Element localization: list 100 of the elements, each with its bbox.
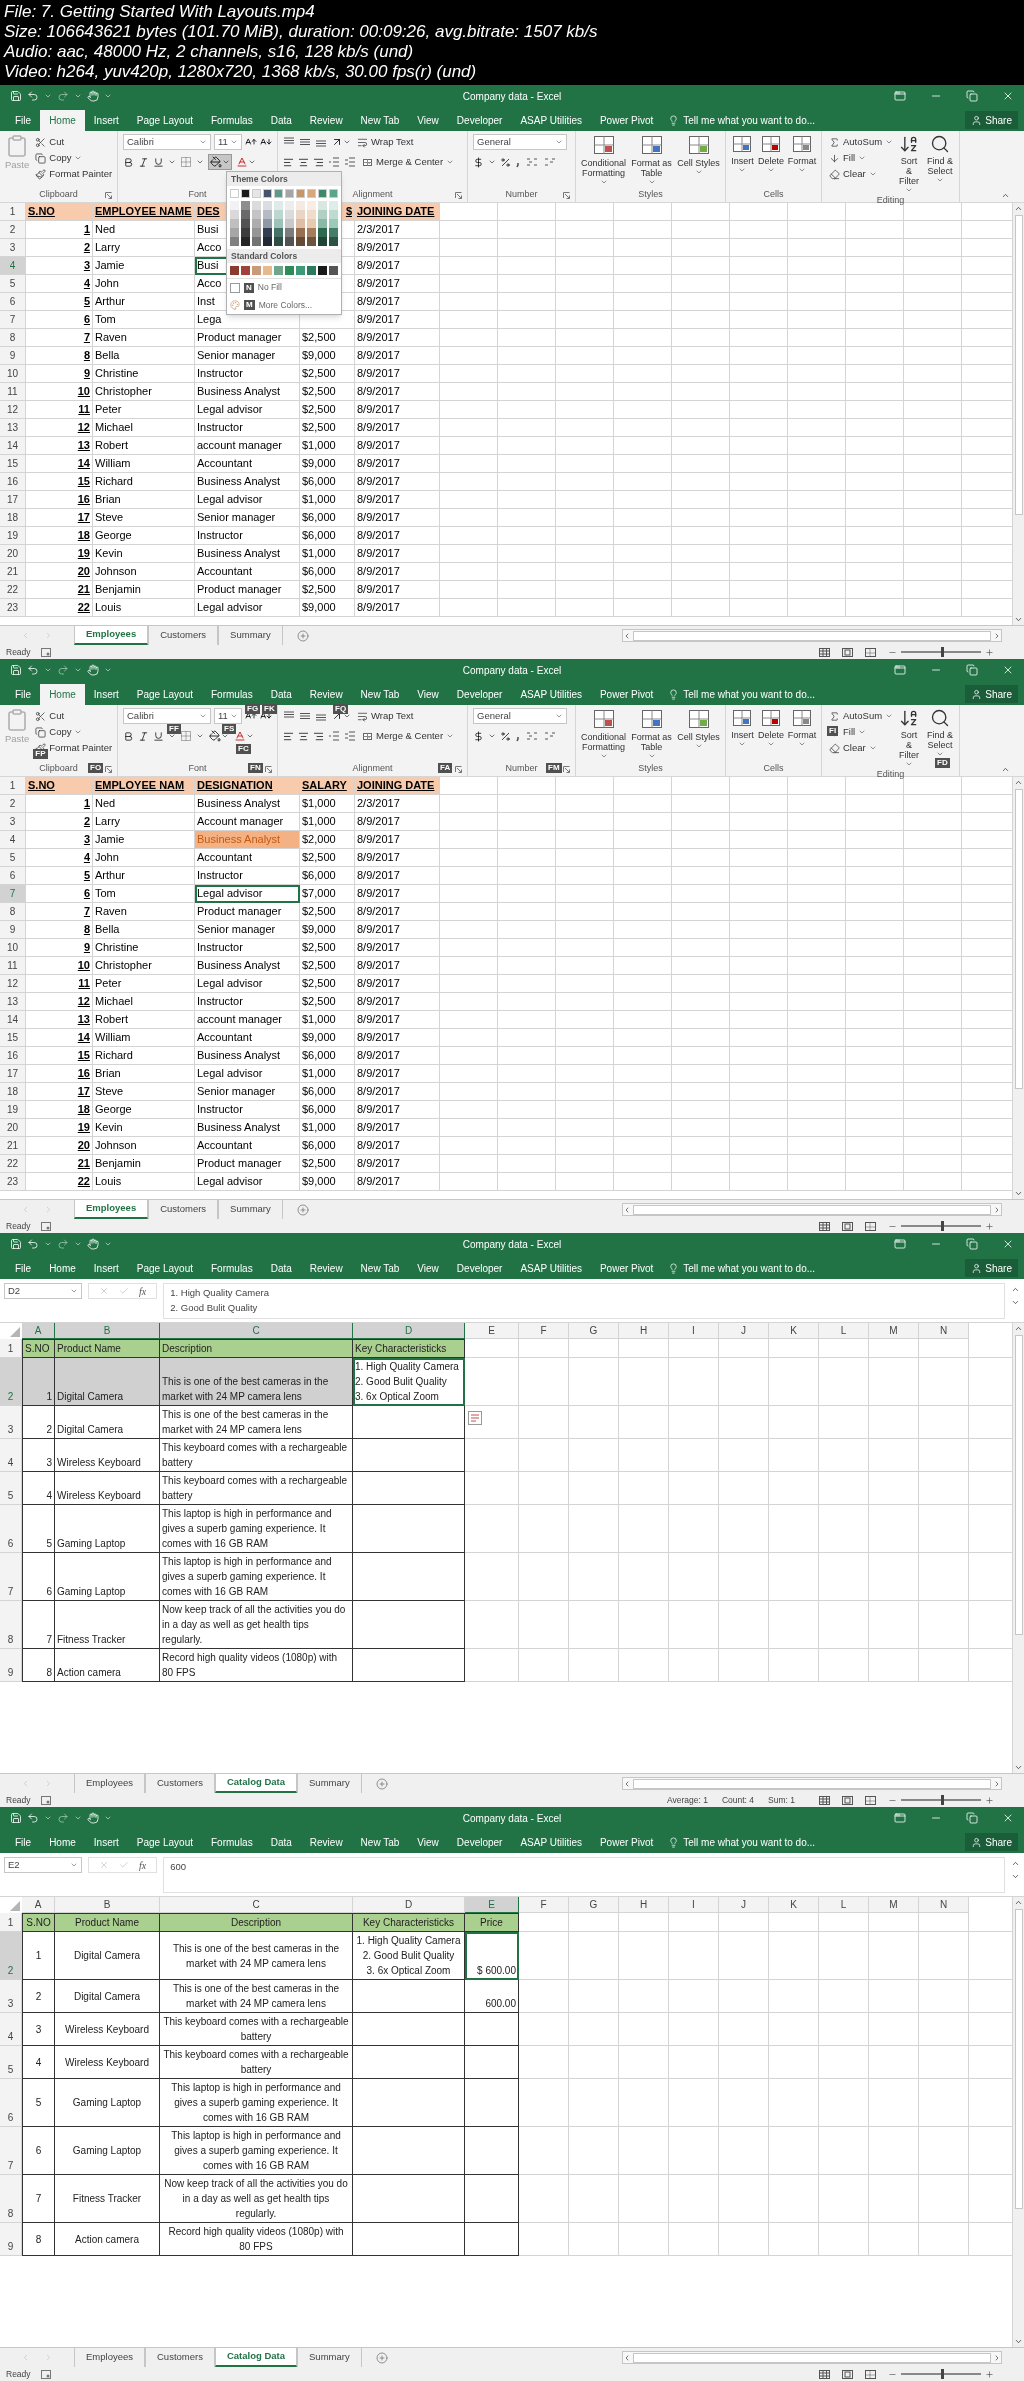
ribbon-tab[interactable]: New Tab [351, 1832, 409, 1853]
row-number[interactable]: 13 [0, 419, 26, 437]
column-header[interactable]: D [353, 1897, 465, 1913]
row-number[interactable]: 6 [0, 867, 26, 885]
row-number[interactable]: 8 [0, 1601, 22, 1649]
name-box[interactable]: D2 [4, 1283, 82, 1299]
column-header[interactable]: I [669, 1323, 719, 1339]
row-number[interactable]: 5 [0, 1472, 22, 1505]
column-header[interactable]: H [619, 1323, 669, 1339]
column-header[interactable]: A [22, 1323, 55, 1339]
ribbon-tab[interactable]: Home [40, 1258, 85, 1279]
ribbon-button[interactable]: Conditional Formatting [581, 708, 627, 762]
row-number[interactable]: 22 [0, 581, 26, 599]
sheet-tab[interactable]: Employees [74, 626, 149, 645]
ribbon-tab[interactable]: Developer [447, 1832, 512, 1853]
row-number[interactable]: 9 [0, 1649, 22, 1682]
ribbon-button[interactable]: Delete [758, 134, 784, 188]
clear-button[interactable]: Clear [827, 740, 896, 756]
ribbon-tab[interactable]: Home [40, 1832, 85, 1853]
ribbon-tab[interactable]: Review [300, 684, 352, 705]
row-number[interactable]: 10 [0, 939, 26, 957]
row-number[interactable]: 14 [0, 1011, 26, 1029]
formula-field[interactable]: 600 [163, 1857, 1005, 1893]
ribbon-tab[interactable]: Data [261, 1832, 301, 1853]
column-header[interactable]: C [160, 1323, 353, 1339]
ribbon-tab[interactable]: ASAP Utilities [511, 110, 591, 131]
row-number[interactable]: 12 [0, 975, 26, 993]
row-number[interactable]: 15 [0, 1029, 26, 1047]
number-format-field[interactable]: General [473, 134, 567, 150]
tell-me-field[interactable]: Tell me what you want to do... [668, 1832, 816, 1853]
ribbon-tab[interactable]: Review [300, 110, 352, 131]
row-number[interactable]: 21 [0, 563, 26, 581]
row-number[interactable]: 1 [0, 1913, 22, 1932]
row-number[interactable]: 18 [0, 509, 26, 527]
ribbon-tab[interactable]: Insert [84, 1832, 128, 1853]
ribbon-tab[interactable]: Data [261, 1258, 301, 1279]
ribbon-tab[interactable]: Power Pivot [590, 1258, 663, 1279]
row-number[interactable]: 5 [0, 849, 26, 867]
column-header[interactable]: F [519, 1897, 569, 1913]
format-painter-button[interactable]: Format Painter FP [33, 740, 115, 756]
row-number[interactable]: 3 [0, 1406, 22, 1439]
ribbon-tab[interactable]: Review [300, 1832, 352, 1853]
column-header[interactable]: E [465, 1323, 519, 1339]
row-number[interactable]: 8 [0, 329, 26, 347]
wrap-text-button[interactable]: Wrap Text [355, 708, 416, 724]
row-number[interactable]: 12 [0, 401, 26, 419]
ribbon-tab[interactable]: Formulas [202, 684, 262, 705]
ribbon-button[interactable]: Sort & Filter [899, 708, 920, 768]
row-number[interactable]: 1 [0, 203, 26, 221]
autosum-button[interactable]: AutoSum [827, 134, 896, 150]
font-size-field[interactable]: 11 [214, 134, 242, 150]
ribbon-tab[interactable]: File [6, 110, 41, 131]
ribbon-tab[interactable]: File [6, 684, 41, 705]
cut-button[interactable]: Cut [33, 708, 115, 724]
ribbon-tab[interactable]: New Tab [351, 684, 409, 705]
tell-me-field[interactable]: Tell me what you want to do... [668, 684, 816, 705]
column-header[interactable]: N [919, 1323, 969, 1339]
row-number[interactable]: 20 [0, 545, 26, 563]
row-number[interactable]: 3 [0, 813, 26, 831]
ribbon-button[interactable]: Cell Styles [677, 708, 720, 762]
column-header[interactable]: N [919, 1897, 969, 1913]
ribbon-tab[interactable]: View [408, 110, 448, 131]
ribbon-tab[interactable]: Developer [447, 1258, 512, 1279]
row-number[interactable]: 6 [0, 293, 26, 311]
row-number[interactable]: 11 [0, 383, 26, 401]
ribbon-button[interactable]: Delete [758, 708, 784, 762]
sheet-tab[interactable]: Catalog Data [214, 2348, 297, 2367]
row-number[interactable]: 23 [0, 599, 26, 617]
row-number[interactable]: 7 [0, 1553, 22, 1601]
fill-button[interactable]: Fill [827, 150, 896, 166]
copy-button[interactable]: Copy [33, 150, 115, 166]
format-painter-button[interactable]: Format Painter [33, 166, 115, 182]
ribbon-tab[interactable]: Data [261, 110, 301, 131]
row-number[interactable]: 6 [0, 1505, 22, 1553]
column-header[interactable]: M [869, 1897, 919, 1913]
ribbon-tab[interactable]: Developer [447, 684, 512, 705]
ribbon-tab[interactable]: New Tab [351, 110, 409, 131]
ribbon-button[interactable]: Insert [731, 134, 754, 188]
row-number[interactable]: 17 [0, 491, 26, 509]
column-header[interactable]: F [519, 1323, 569, 1339]
row-number[interactable]: 21 [0, 1137, 26, 1155]
fill-button[interactable]: FI Fill [827, 724, 896, 740]
wrap-text-button[interactable]: Wrap Text [355, 134, 416, 150]
row-number[interactable]: 2 [0, 795, 26, 813]
cut-button[interactable]: Cut [33, 134, 115, 150]
column-header[interactable]: J [719, 1323, 769, 1339]
ribbon-tab[interactable]: File [6, 1258, 41, 1279]
row-number[interactable]: 11 [0, 957, 26, 975]
row-number[interactable]: 22 [0, 1155, 26, 1173]
tell-me-field[interactable]: Tell me what you want to do... [668, 1258, 816, 1279]
clear-button[interactable]: Clear [827, 166, 896, 182]
ribbon-tab[interactable]: Data [261, 684, 301, 705]
column-header[interactable]: B [55, 1323, 160, 1339]
ribbon-tab[interactable]: Power Pivot [590, 684, 663, 705]
ribbon-button[interactable]: Format as Table [630, 134, 673, 188]
number-format-field[interactable]: General [473, 708, 567, 724]
sheet-tab[interactable]: Catalog Data [214, 1774, 297, 1793]
font-name-field[interactable]: Calibri [123, 708, 211, 724]
row-number[interactable]: 23 [0, 1173, 26, 1191]
column-header[interactable]: E [465, 1897, 519, 1913]
